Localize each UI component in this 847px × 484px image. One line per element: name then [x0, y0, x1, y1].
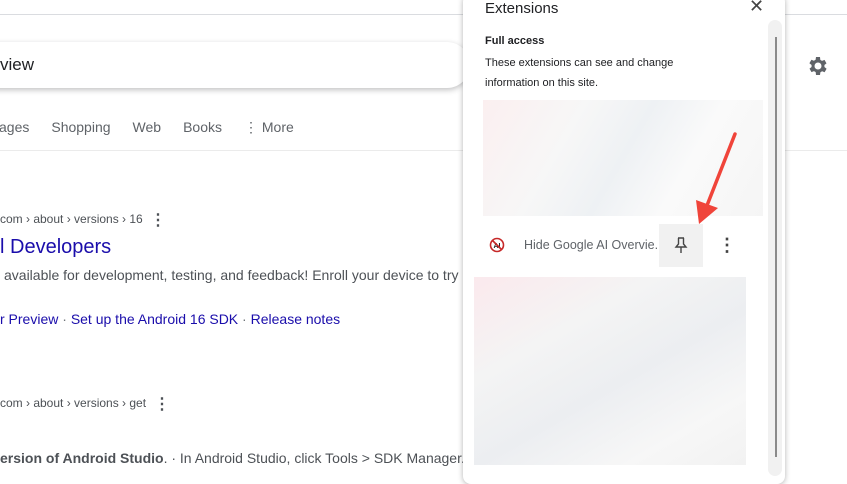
- result-snippet: available for development, testing, and …: [4, 267, 459, 283]
- scrollbar-thumb[interactable]: [775, 37, 777, 457]
- snippet-bold: ersion of Android Studio: [0, 450, 164, 466]
- extension-name: Hide Google AI Overvie...: [524, 238, 666, 252]
- result-options-icon[interactable]: ⋮: [154, 394, 170, 414]
- sitelink-preview[interactable]: r Preview: [0, 311, 58, 327]
- result-snippet: . · In Android Studio, click Tools > SDK…: [163, 450, 465, 466]
- tab-shopping[interactable]: Shopping: [51, 119, 110, 136]
- sitelink-setup-sdk[interactable]: Set up the Android 16 SDK: [71, 311, 238, 327]
- section-description: These extensions can see and change info…: [485, 57, 674, 89]
- result-title[interactable]: l Developers: [0, 236, 111, 259]
- result-options-icon[interactable]: ⋮: [150, 210, 166, 230]
- tab-books[interactable]: Books: [183, 119, 222, 136]
- search-input[interactable]: view: [0, 42, 470, 88]
- sitelink-release-notes[interactable]: Release notes: [251, 311, 341, 327]
- search-query[interactable]: view: [0, 55, 34, 75]
- gear-icon[interactable]: [805, 54, 829, 78]
- blurred-extension-list: [474, 277, 746, 465]
- search-tabs: ages Shopping Web Books ⋮ More: [0, 119, 294, 136]
- pin-icon: [674, 237, 688, 253]
- close-icon[interactable]: ✕: [749, 0, 764, 17]
- tab-web[interactable]: Web: [133, 119, 162, 136]
- tab-images[interactable]: ages: [0, 119, 29, 136]
- pin-button[interactable]: [659, 224, 703, 267]
- tab-more[interactable]: ⋮ More: [244, 119, 294, 136]
- section-heading: Full access: [485, 35, 545, 47]
- panel-title: Extensions: [485, 0, 559, 17]
- ai-blocked-icon: AI: [489, 237, 505, 253]
- result-breadcrumb: com › about › versions › 16: [0, 212, 143, 226]
- red-arrow-annotation: [696, 132, 737, 224]
- result-breadcrumb: com › about › versions › get: [0, 396, 147, 410]
- more-options-icon[interactable]: ⋮: [718, 234, 736, 256]
